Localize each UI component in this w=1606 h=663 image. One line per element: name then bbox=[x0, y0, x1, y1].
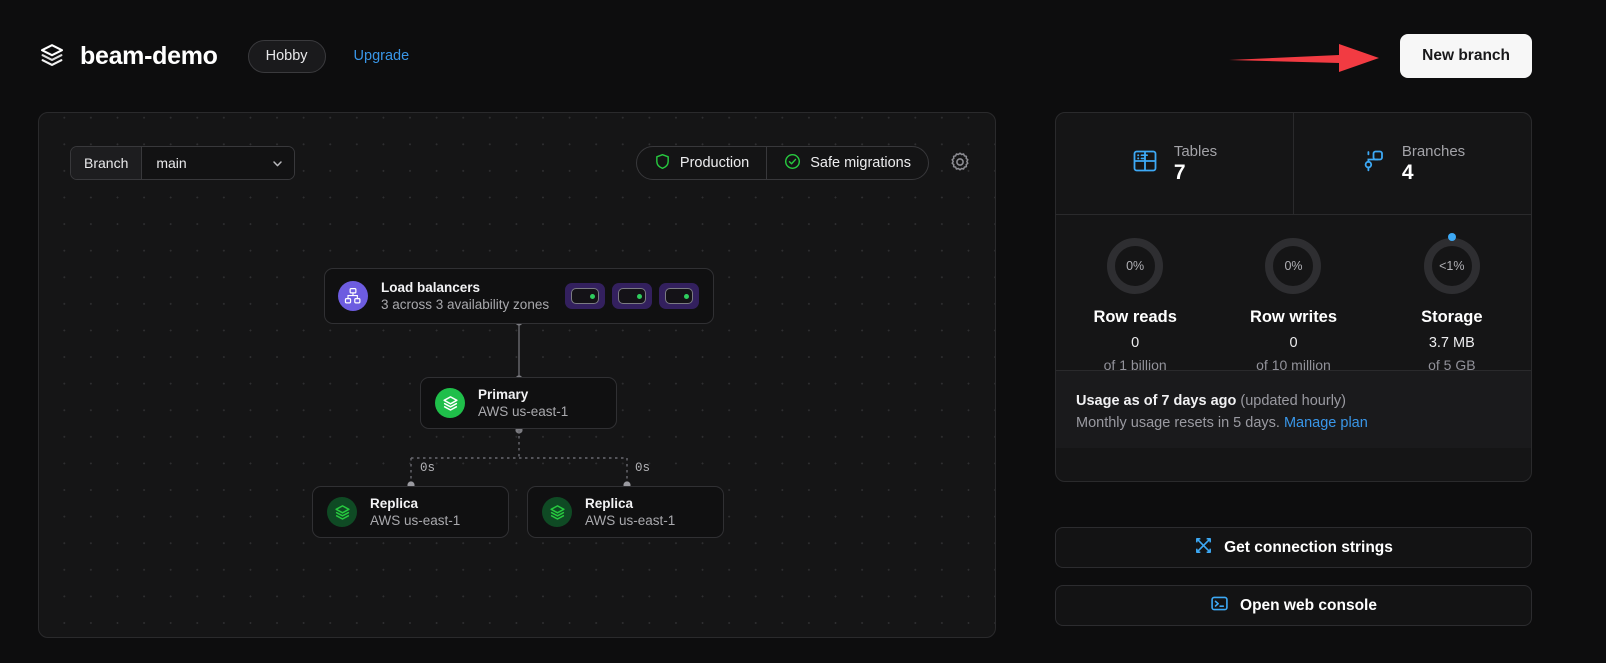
usage-footer-line-1: Usage as of 7 days ago (updated hourly) bbox=[1076, 390, 1511, 412]
new-branch-button[interactable]: New branch bbox=[1400, 34, 1532, 78]
usage-footer-line-2: Monthly usage resets in 5 days. Manage p… bbox=[1076, 412, 1511, 434]
load-balancer-chip[interactable] bbox=[565, 283, 605, 309]
counter-tables-value: 7 bbox=[1173, 160, 1186, 184]
usage-amount: 3.7 MB bbox=[1428, 335, 1475, 351]
usage-ring: 0% bbox=[1106, 237, 1164, 295]
usage-reset-text: Monthly usage resets in 5 days. bbox=[1076, 415, 1280, 431]
open-web-console-button[interactable]: Open web console bbox=[1055, 585, 1532, 626]
status-dot bbox=[684, 293, 689, 299]
load-balancer-chip-inner bbox=[571, 288, 599, 304]
counter-branches-text: Branches 4 bbox=[1402, 143, 1465, 185]
usage-amount: 0 bbox=[1131, 335, 1140, 351]
usage-as-of-text: Usage as of 7 days ago bbox=[1076, 393, 1237, 409]
layers-logo-icon bbox=[435, 388, 465, 418]
branch-icon bbox=[1360, 148, 1386, 179]
manage-plan-link[interactable]: Manage plan bbox=[1284, 415, 1368, 431]
usage-limit: of 5 GB bbox=[1428, 357, 1476, 373]
node-load-balancers-text: Load balancers 3 across 3 availability z… bbox=[381, 280, 549, 312]
load-balancer-chip[interactable] bbox=[659, 283, 699, 309]
upgrade-link[interactable]: Upgrade bbox=[354, 48, 410, 64]
node-primary-text: Primary AWS us-east-1 bbox=[478, 387, 568, 419]
node-replica-subtitle: AWS us-east-1 bbox=[370, 513, 461, 528]
stats-card: Tables 7 Branches 4 0% Row reads 0 of 1 … bbox=[1055, 112, 1532, 482]
counter-branches[interactable]: Branches 4 bbox=[1293, 113, 1531, 214]
usage-name: Storage bbox=[1421, 308, 1483, 326]
table-icon bbox=[1132, 148, 1158, 179]
usage-percent-label: 0% bbox=[1126, 259, 1145, 273]
counter-row: Tables 7 Branches 4 bbox=[1056, 113, 1531, 215]
page-title: beam-demo bbox=[80, 41, 218, 70]
counter-branches-value: 4 bbox=[1401, 160, 1414, 184]
replica-latency-label-0: 0s bbox=[420, 461, 436, 475]
app-root: beam-demo Hobby Upgrade New branch Branc… bbox=[0, 0, 1606, 663]
usage-row-writes: 0% Row writes 0 of 10 million bbox=[1214, 237, 1372, 373]
node-replica-text: Replica AWS us-east-1 bbox=[585, 496, 675, 528]
counter-tables-text: Tables 7 bbox=[1174, 143, 1217, 185]
page-header: beam-demo Hobby Upgrade New branch bbox=[0, 0, 1606, 112]
layers-logo-icon bbox=[542, 497, 572, 527]
node-primary-title: Primary bbox=[478, 387, 529, 402]
node-replica[interactable]: Replica AWS us-east-1 bbox=[312, 486, 509, 538]
usage-updated-text: (updated hourly) bbox=[1240, 393, 1346, 409]
usage-limit: of 1 billion bbox=[1103, 357, 1167, 373]
counter-tables[interactable]: Tables 7 bbox=[1056, 113, 1293, 214]
replica-latency-label-1: 0s bbox=[635, 461, 651, 475]
connection-nodes-icon bbox=[1194, 536, 1213, 560]
terminal-icon bbox=[1210, 594, 1229, 618]
network-nodes-icon bbox=[338, 281, 368, 311]
brand: beam-demo Hobby Upgrade bbox=[38, 39, 410, 73]
node-primary[interactable]: Primary AWS us-east-1 bbox=[420, 377, 617, 429]
usage-ring: 0% bbox=[1264, 237, 1322, 295]
load-balancer-chip-list bbox=[565, 283, 699, 309]
usage-row-reads: 0% Row reads 0 of 1 billion bbox=[1056, 237, 1214, 373]
usage-ring: <1% bbox=[1423, 233, 1481, 295]
usage-percent-label: <1% bbox=[1439, 259, 1465, 273]
topology-canvas[interactable]: Branch main Production Safe migrations 0… bbox=[38, 112, 996, 638]
node-load-balancers-title: Load balancers bbox=[381, 280, 481, 295]
header-actions: New branch bbox=[1229, 0, 1606, 112]
node-load-balancers-info: Load balancers 3 across 3 availability z… bbox=[338, 280, 549, 312]
node-load-balancers[interactable]: Load balancers 3 across 3 availability z… bbox=[324, 268, 714, 324]
status-dot bbox=[637, 293, 642, 299]
red-arrow-annotation bbox=[1229, 41, 1381, 80]
counter-tables-label: Tables bbox=[1173, 142, 1218, 160]
open-web-console-label: Open web console bbox=[1240, 596, 1377, 614]
get-connection-strings-label: Get connection strings bbox=[1224, 538, 1393, 556]
connector-lb-to-primary bbox=[515, 318, 523, 383]
usage-name: Row reads bbox=[1093, 308, 1177, 326]
usage-storage: <1% Storage 3.7 MB of 5 GB bbox=[1373, 233, 1531, 373]
node-replica-subtitle: AWS us-east-1 bbox=[585, 513, 676, 528]
node-replica-title: Replica bbox=[585, 496, 634, 511]
counter-branches-label: Branches bbox=[1401, 142, 1466, 160]
node-replica[interactable]: Replica AWS us-east-1 bbox=[527, 486, 724, 538]
connector-primary-to-replicas bbox=[407, 426, 631, 489]
node-replica-title: Replica bbox=[370, 496, 419, 511]
usage-name: Row writes bbox=[1249, 308, 1338, 326]
load-balancer-chip-inner bbox=[665, 288, 693, 304]
get-connection-strings-button[interactable]: Get connection strings bbox=[1055, 527, 1532, 568]
usage-row: 0% Row reads 0 of 1 billion 0% Row write… bbox=[1056, 215, 1531, 373]
topology-diagram: 0s 0s Load balancers 3 across 3 availabi… bbox=[39, 113, 995, 637]
load-balancer-chip[interactable] bbox=[612, 283, 652, 309]
load-balancer-chip-inner bbox=[618, 288, 646, 304]
node-load-balancers-subtitle: 3 across 3 availability zones bbox=[381, 297, 550, 312]
node-replica-text: Replica AWS us-east-1 bbox=[370, 496, 460, 528]
usage-footer: Usage as of 7 days ago (updated hourly) … bbox=[1056, 370, 1531, 448]
layers-logo-icon bbox=[38, 42, 66, 70]
layers-logo-icon bbox=[327, 497, 357, 527]
plan-badge[interactable]: Hobby bbox=[247, 39, 326, 73]
usage-percent-label: 0% bbox=[1284, 259, 1303, 273]
usage-limit: of 10 million bbox=[1256, 357, 1331, 373]
status-dot bbox=[590, 293, 595, 299]
usage-amount: 0 bbox=[1289, 335, 1298, 351]
node-primary-subtitle: AWS us-east-1 bbox=[478, 404, 569, 419]
